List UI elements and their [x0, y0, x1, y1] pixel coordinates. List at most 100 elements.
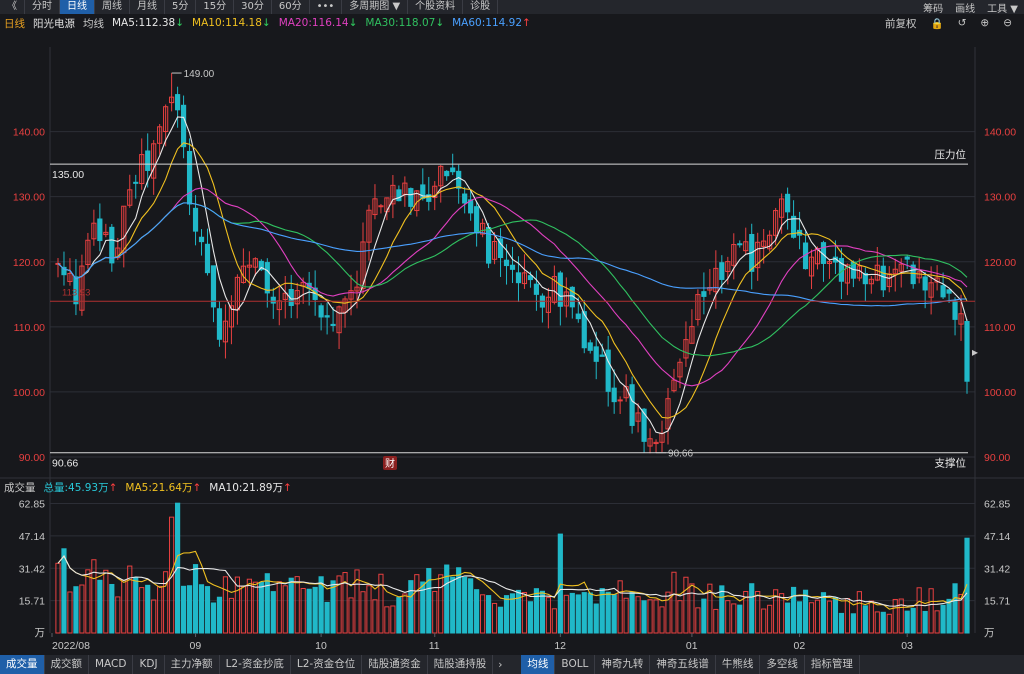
adjust-mode[interactable]: 前复权	[885, 16, 917, 31]
toolbar-tab-5[interactable]: 15分	[196, 0, 235, 14]
indicator-tab-2[interactable]: MACD	[89, 655, 134, 674]
toolbar-tab-0[interactable]: 分时	[25, 0, 60, 14]
back-button[interactable]: 《	[0, 0, 25, 14]
volume-bar-down	[952, 583, 958, 634]
volume-bar-down	[180, 585, 187, 634]
overlay-tab-2[interactable]: 神奇九转	[595, 655, 651, 674]
ma20-value: MA20:116.14↓	[278, 17, 358, 29]
resistance-label: 压力位	[935, 148, 967, 161]
volume-bar-down	[192, 564, 199, 634]
volume-bar-up	[659, 606, 665, 634]
zoom-out-icon[interactable]: ⊖	[1003, 17, 1012, 29]
candle-down	[503, 259, 510, 267]
indicator-tab-4[interactable]: 主力净额	[165, 655, 220, 674]
toolbar-tab-9[interactable]: 多周期图 ▼	[342, 0, 409, 14]
volume-bar-up	[103, 569, 109, 634]
volume-axis-label-left: 62.85	[19, 498, 45, 510]
chart-controls: 前复权 🔒 ↺ ⊕ ⊖	[885, 15, 1020, 31]
volume-bar-down	[312, 586, 318, 634]
price-axis-label-right: 140.00	[984, 127, 1016, 139]
x-axis-label: 01	[686, 640, 698, 652]
ma10-value: MA10:114.18↓	[192, 17, 271, 29]
toolbar-tab-8[interactable]: •••	[310, 0, 343, 14]
volume-bar-down	[701, 598, 707, 634]
candle-down	[175, 94, 181, 111]
down-arrow-icon: ↓	[348, 17, 358, 29]
indicator-tab-6[interactable]: L2-资金仓位	[291, 655, 363, 674]
toolbar-tab-11[interactable]: 诊股	[463, 0, 499, 14]
indicator-tab-3[interactable]: KDJ	[133, 655, 165, 674]
volume-bar-down	[796, 601, 803, 634]
candle-down	[952, 300, 958, 320]
toolbar-tab-2[interactable]: 周线	[95, 0, 130, 14]
volume-bar-up	[856, 591, 862, 634]
volume-bar-up	[767, 604, 773, 634]
candle-down	[629, 384, 635, 426]
candle-down	[964, 320, 970, 382]
overlay-tab-1[interactable]: BOLL	[555, 655, 596, 674]
indicator-tab-8[interactable]: 陆股通持股	[428, 655, 494, 674]
top-toolbar: 《 分时 日线 周线 月线 5分 15分 30分 60分 ••• 多周期图 ▼ 个股资料 诊股 筹码 画线…	[0, 0, 1024, 15]
candlestick-chart[interactable]: 140.00 140.00 130.00 130.00 120.00 120.00 110.…	[0, 30, 1024, 655]
indicator-tab-1[interactable]: 成交额	[45, 655, 89, 674]
indicator-tab-5[interactable]: L2-资金抄底	[220, 655, 291, 674]
volume-bar-up	[814, 599, 821, 634]
toolbar-tab-10[interactable]: 个股资料	[408, 0, 464, 14]
candle-down	[701, 291, 707, 297]
volume-bar-up	[414, 574, 420, 634]
candle-down	[204, 243, 211, 274]
volume-bar-up	[228, 597, 235, 634]
chevron-right-icon[interactable]: ›	[493, 659, 507, 671]
candle-down	[216, 308, 223, 340]
volume-bar-down	[587, 592, 593, 634]
volume-bar-down	[330, 580, 336, 634]
candle-down	[575, 313, 581, 320]
volume-bar-down	[216, 596, 223, 634]
lock-icon[interactable]: 🔒	[930, 17, 943, 30]
volume-bar-down	[497, 606, 504, 634]
volume-bar-down	[73, 586, 79, 634]
toolbar-right-item-0[interactable]: 筹码	[917, 0, 949, 15]
toolbar-tab-1[interactable]: 日线	[60, 0, 95, 14]
price-axis-label-right: 130.00	[984, 192, 1016, 204]
support-value: 90.66	[52, 458, 78, 470]
volume-bar-up	[372, 599, 378, 634]
overlay-tab-0[interactable]: 均线	[521, 655, 556, 674]
toolbar-right-item-2[interactable]: 工具 ▼	[981, 0, 1024, 15]
ma-label[interactable]: 均线	[83, 16, 104, 31]
undo-icon[interactable]: ↺	[958, 17, 967, 29]
volume-bar-up	[808, 602, 815, 634]
toolbar-tab-3[interactable]: 月线	[130, 0, 165, 14]
x-axis-label: 02	[794, 640, 806, 652]
zoom-in-icon[interactable]: ⊕	[980, 17, 989, 29]
indicator-tab-7[interactable]: 陆股通资金	[362, 655, 428, 674]
support-label: 支撑位	[935, 457, 967, 470]
volume-bar-up	[240, 585, 246, 634]
volume-bar-up	[157, 585, 163, 634]
volume-bar-up	[246, 578, 252, 634]
volume-bar-down	[850, 613, 856, 634]
volume-bar-up	[934, 610, 940, 634]
volume-bar-up	[55, 562, 61, 634]
overlay-tab-3[interactable]: 神奇五线谱	[650, 655, 716, 674]
indicator-tab-0[interactable]: 成交量	[0, 655, 45, 674]
toolbar-right-item-1[interactable]: 画线	[949, 0, 981, 15]
ma5-value: MA5:112.38↓	[112, 17, 185, 29]
volume-bar-down	[186, 585, 193, 634]
volume-bar-up	[390, 605, 396, 634]
volume-bar-up	[617, 580, 623, 634]
candle-down	[509, 264, 516, 270]
toolbar-tab-7[interactable]: 60分	[272, 0, 310, 14]
toolbar-tab-6[interactable]: 30分	[234, 0, 272, 14]
overlay-tab-4[interactable]: 牛熊线	[716, 655, 761, 674]
volume-bar-up	[886, 613, 892, 634]
overlay-tab-6[interactable]: 指标管理	[805, 655, 860, 674]
overlay-tab-5[interactable]: 多空线	[760, 655, 805, 674]
volume-bar-up	[432, 590, 438, 634]
candle-down	[880, 265, 886, 291]
candle-down	[198, 236, 205, 243]
volume-bar-up	[91, 559, 97, 634]
volume-bar-down	[749, 583, 755, 634]
toolbar-tab-4[interactable]: 5分	[165, 0, 197, 14]
volume-bar-up	[491, 602, 498, 634]
